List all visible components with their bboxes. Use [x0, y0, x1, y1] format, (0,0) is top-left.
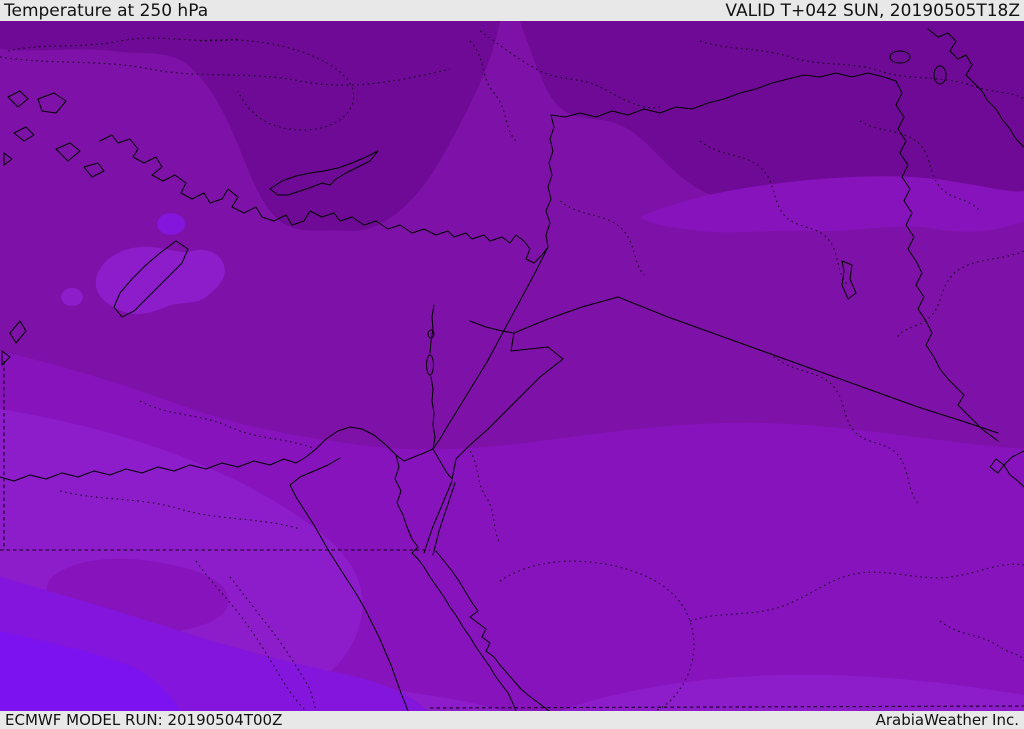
- temp-patch-west-small: [61, 288, 83, 306]
- weather-map-frame: Temperature at 250 hPa VALID T+042 SUN, …: [0, 0, 1024, 729]
- weather-map-canvas: [0, 21, 1024, 711]
- footer-bar: ECMWF MODEL RUN: 20190504T00Z ArabiaWeat…: [0, 711, 1024, 729]
- model-run-label: ECMWF MODEL RUN: 20190504T00Z: [5, 711, 283, 729]
- weather-map: [0, 21, 1024, 711]
- header-bar: Temperature at 250 hPa VALID T+042 SUN, …: [0, 0, 1024, 21]
- page-title: Temperature at 250 hPa: [4, 0, 209, 21]
- credit-label: ArabiaWeather Inc.: [875, 711, 1019, 729]
- temperature-fill-layers: [0, 21, 1024, 711]
- temp-spot-violet-west: [157, 213, 185, 235]
- valid-time-label: VALID T+042 SUN, 20190505T18Z: [725, 0, 1020, 21]
